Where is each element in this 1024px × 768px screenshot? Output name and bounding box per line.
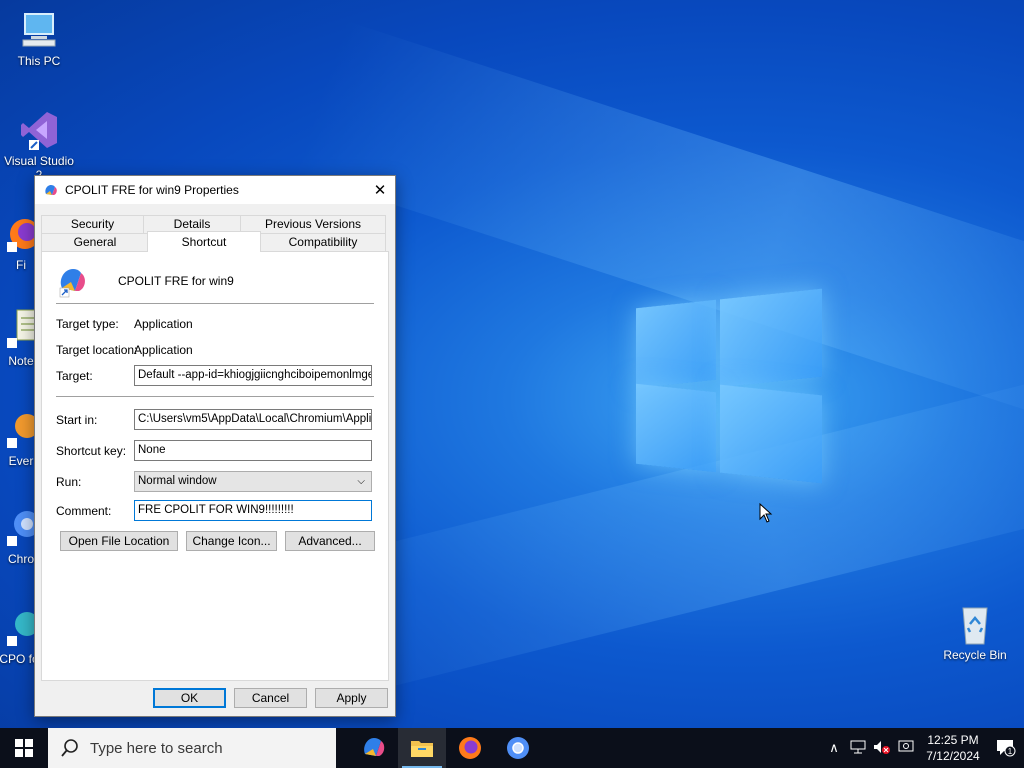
desktop-icon-visual-studio[interactable]: Visual Studio 2: [2, 108, 76, 182]
shortcut-key-label: Shortcut key:: [56, 444, 127, 458]
target-location-value: Application: [134, 343, 193, 357]
visual-studio-icon: [17, 108, 61, 152]
dialog-title: CPOLIT FRE for win9 Properties: [65, 183, 239, 197]
notification-count: 1: [1008, 747, 1013, 756]
chromium-icon: [507, 737, 529, 759]
copilot-icon: [59, 269, 85, 298]
target-type-label: Target type:: [56, 317, 119, 331]
tab-shortcut[interactable]: Shortcut: [147, 231, 261, 252]
desktop-icon-recycle-bin[interactable]: Recycle Bin: [938, 602, 1012, 662]
taskbar-chromium[interactable]: [494, 728, 542, 768]
tab-strip: Security Details Previous Versions Gener…: [35, 204, 395, 252]
taskbar-search-box[interactable]: Type here to search: [48, 728, 336, 768]
clock-date: 7/12/2024: [926, 749, 980, 763]
apply-button[interactable]: Apply: [315, 688, 388, 708]
taskbar-clock[interactable]: 12:25 PM 7/12/2024: [918, 732, 988, 764]
cancel-button[interactable]: Cancel: [234, 688, 307, 708]
separator: [56, 396, 374, 397]
desktop-icon-this-pc[interactable]: This PC: [2, 8, 76, 68]
desktop-icon-label: This PC: [17, 54, 61, 68]
advanced-button[interactable]: Advanced...: [285, 531, 375, 551]
notification-center-button[interactable]: 1: [988, 728, 1024, 768]
tab-general[interactable]: General: [41, 233, 149, 252]
search-placeholder: Type here to search: [90, 739, 223, 757]
shortcut-panel: CPOLIT FRE for win9 Target type: Applica…: [41, 251, 389, 681]
chevron-down-icon: ⌵: [357, 476, 365, 487]
taskbar-firefox[interactable]: [446, 728, 494, 768]
shortcut-key-input[interactable]: None: [134, 440, 372, 461]
target-label: Target:: [56, 369, 93, 383]
run-select-value: Normal window: [138, 475, 217, 487]
search-icon: [61, 739, 78, 757]
recycle-bin-icon: [953, 602, 997, 646]
run-select[interactable]: Normal window ⌵: [134, 471, 372, 492]
properties-dialog: CPOLIT FRE for win9 Properties ✕ Securit…: [34, 175, 396, 717]
start-in-label: Start in:: [56, 413, 98, 427]
network-icon[interactable]: [846, 740, 870, 757]
run-label: Run:: [56, 475, 82, 489]
close-icon[interactable]: ✕: [365, 176, 395, 204]
comment-label: Comment:: [56, 504, 112, 518]
system-tray: ∧ 12:25 PM 7/12/2024 1: [822, 728, 1024, 768]
notification-icon: 1: [997, 740, 1016, 757]
display-icon[interactable]: [894, 740, 918, 757]
change-icon-button[interactable]: Change Icon...: [186, 531, 277, 551]
windows-logo-wallpaper: [636, 288, 822, 484]
mouse-cursor-icon: [759, 503, 773, 523]
comment-input[interactable]: FRE CPOLIT FOR WIN9!!!!!!!!!: [134, 500, 372, 521]
copilot-icon: [45, 185, 57, 195]
start-button[interactable]: [0, 728, 48, 768]
folder-icon: [411, 741, 433, 757]
target-location-label: Target location:: [56, 343, 138, 357]
chevron-up-icon[interactable]: ∧: [822, 740, 846, 756]
firefox-icon: [459, 737, 481, 759]
target-input[interactable]: Default --app-id=khiogjgiicnghciboipemon…: [134, 365, 372, 386]
desktop-icon-label: Recycle Bin: [943, 648, 1007, 662]
computer-icon: [17, 8, 61, 52]
copilot-icon: [364, 738, 385, 756]
tab-security[interactable]: Security: [41, 215, 144, 234]
ok-button[interactable]: OK: [153, 688, 226, 708]
dialog-titlebar[interactable]: CPOLIT FRE for win9 Properties ✕: [35, 176, 395, 204]
start-in-input[interactable]: C:\Users\vm5\AppData\Local\Chromium\Appl…: [134, 409, 372, 430]
tab-previous-versions[interactable]: Previous Versions: [240, 215, 386, 234]
taskbar-copilot[interactable]: [350, 728, 398, 768]
volume-muted-icon[interactable]: [870, 740, 894, 757]
tab-compatibility[interactable]: Compatibility: [260, 233, 386, 252]
taskbar: Type here to search ∧ 12:25 PM 7/12/2024…: [0, 728, 1024, 768]
open-file-location-button[interactable]: Open File Location: [60, 531, 178, 551]
taskbar-file-explorer[interactable]: [398, 728, 446, 768]
separator: [56, 303, 374, 304]
clock-time: 12:25 PM: [927, 733, 979, 747]
target-type-value: Application: [134, 317, 193, 331]
windows-start-icon: [15, 739, 33, 757]
app-name: CPOLIT FRE for win9: [118, 274, 234, 288]
